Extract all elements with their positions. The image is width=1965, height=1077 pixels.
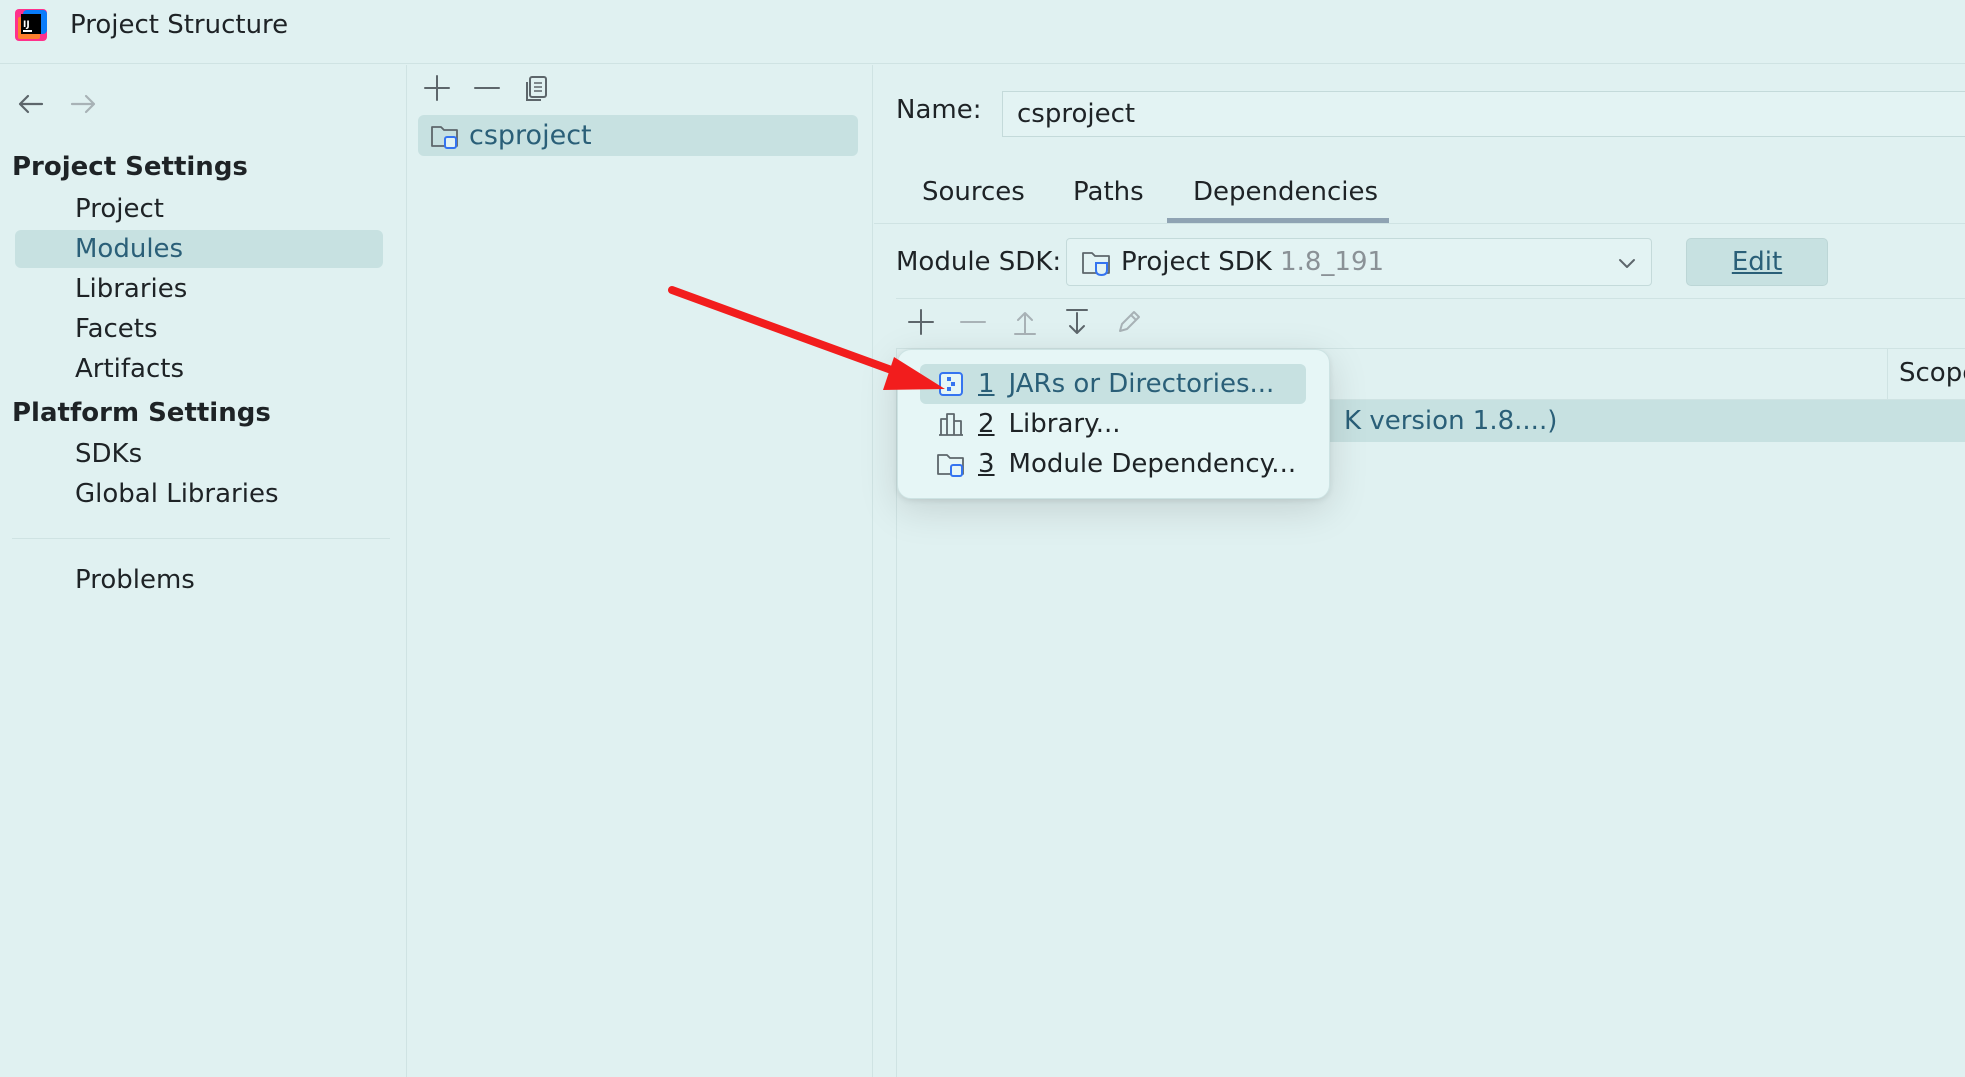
window-title: Project Structure [70,10,289,40]
popup-item-jars-or-directories[interactable]: 1 JARs or Directories... [920,364,1306,404]
module-sdk-dropdown[interactable]: Project SDK 1.8_191 [1066,238,1652,286]
sdk-divider [896,298,1965,299]
edit-pencil-icon[interactable] [1112,305,1146,339]
module-folder-icon [430,122,460,150]
nav-item-libraries[interactable]: Libraries [15,270,383,308]
add-dependency-popup: 1 JARs or Directories... 2 Library... 3 Mod… [897,349,1330,499]
column-divider [1887,349,1888,399]
forward-arrow-icon[interactable] [66,87,100,121]
popup-item-number: 2 [978,409,995,439]
scope-column-header[interactable]: Scope [1899,353,1965,393]
popup-item-label: Module Dependency... [1008,449,1297,479]
add-module-plus-icon[interactable] [420,71,454,105]
dependency-row-text: K version 1.8....) [1344,406,1558,436]
popup-item-number: 3 [978,449,995,479]
remove-dependency-minus-icon[interactable] [956,305,990,339]
library-icon [936,410,966,438]
name-label: Name: [896,95,982,125]
nav-item-artifacts[interactable]: Artifacts [15,350,383,388]
platform-settings-header: Platform Settings [12,398,271,428]
copy-module-icon[interactable] [520,71,554,105]
move-up-icon[interactable] [1008,305,1042,339]
tab-paths[interactable]: Paths [1073,172,1144,212]
chevron-down-icon [1615,251,1639,275]
module-name-field[interactable]: csproject [1002,91,1965,137]
edit-button-label: Edit [1731,247,1783,277]
nav-item-sdks[interactable]: SDKs [15,435,383,473]
module-list-item[interactable]: csproject [418,115,858,156]
nav-item-modules[interactable]: Modules [15,230,383,268]
back-arrow-icon[interactable] [14,87,48,121]
nav-item-global-libraries[interactable]: Global Libraries [15,475,383,513]
intellij-logo-icon: IJ [14,8,48,42]
move-down-icon[interactable] [1060,305,1094,339]
edit-sdk-button[interactable]: Edit [1686,238,1828,286]
popup-item-module-dependency[interactable]: 3 Module Dependency... [920,444,1306,484]
popup-item-number: 1 [978,369,995,399]
nav-item-facets[interactable]: Facets [15,310,383,348]
project-settings-header: Project Settings [12,152,248,182]
add-dependency-plus-icon[interactable] [904,305,938,339]
nav-item-project[interactable]: Project [15,190,383,228]
popup-item-library[interactable]: 2 Library... [920,404,1306,444]
nav-divider [12,538,390,539]
tab-dependencies[interactable]: Dependencies [1193,172,1378,212]
module-details-panel: Name: csproject Sources Paths Dependenci… [874,65,1965,1077]
tab-sources[interactable]: Sources [922,172,1025,212]
sdk-folder-icon [1081,248,1113,278]
module-folder-icon [936,450,966,478]
title-bar: IJ Project Structure [0,0,1965,64]
popup-item-label: JARs or Directories... [1008,369,1275,399]
modules-panel: csproject [408,65,873,1077]
tabs-divider [874,223,1965,224]
nav-item-problems[interactable]: Problems [15,561,383,599]
remove-module-minus-icon[interactable] [470,71,504,105]
popup-item-label: Library... [1008,409,1121,439]
settings-nav: Project Settings Project Modules Librari… [0,65,407,1077]
sdk-version: 1.8_191 [1280,247,1385,277]
jar-icon [936,370,966,398]
sdk-name: Project SDK [1121,247,1272,277]
svg-text:IJ: IJ [23,20,30,30]
module-name-label: csproject [469,120,592,151]
module-sdk-label: Module SDK: [896,247,1062,277]
